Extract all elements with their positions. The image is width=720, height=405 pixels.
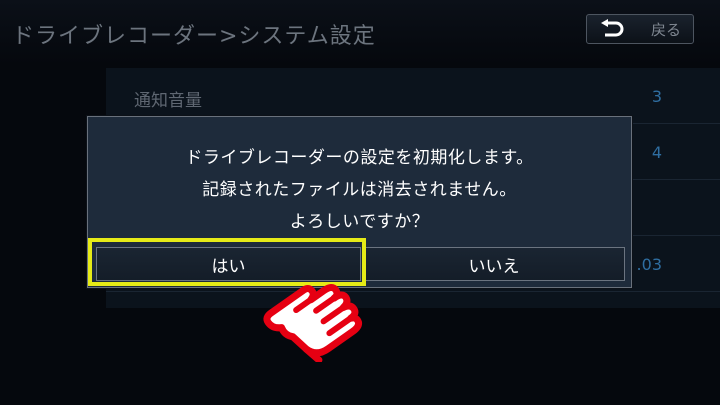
page-title: ドライブレコーダー>システム設定 (12, 24, 376, 49)
dialog-message-line1: ドライブレコーダーの設定を初期化します。 (185, 148, 534, 168)
no-button[interactable]: いいえ (363, 247, 625, 281)
back-button[interactable]: 戻る (586, 14, 694, 44)
u-turn-arrow-icon (601, 19, 624, 37)
row-value: 4 (651, 143, 662, 162)
row-value: .03 (636, 255, 662, 274)
dialog-message-line3: よろしいですか？ (289, 212, 430, 232)
row-value: 3 (651, 87, 662, 106)
pointing-hand-icon (263, 283, 363, 362)
back-label: 戻る (650, 20, 681, 39)
header-bar: ドライブレコーダー>システム設定 戻る (0, 0, 720, 64)
dialog-message-line2: 記録されたファイルは消去されません。 (202, 180, 517, 200)
row-label: 通知音量 (134, 91, 202, 111)
